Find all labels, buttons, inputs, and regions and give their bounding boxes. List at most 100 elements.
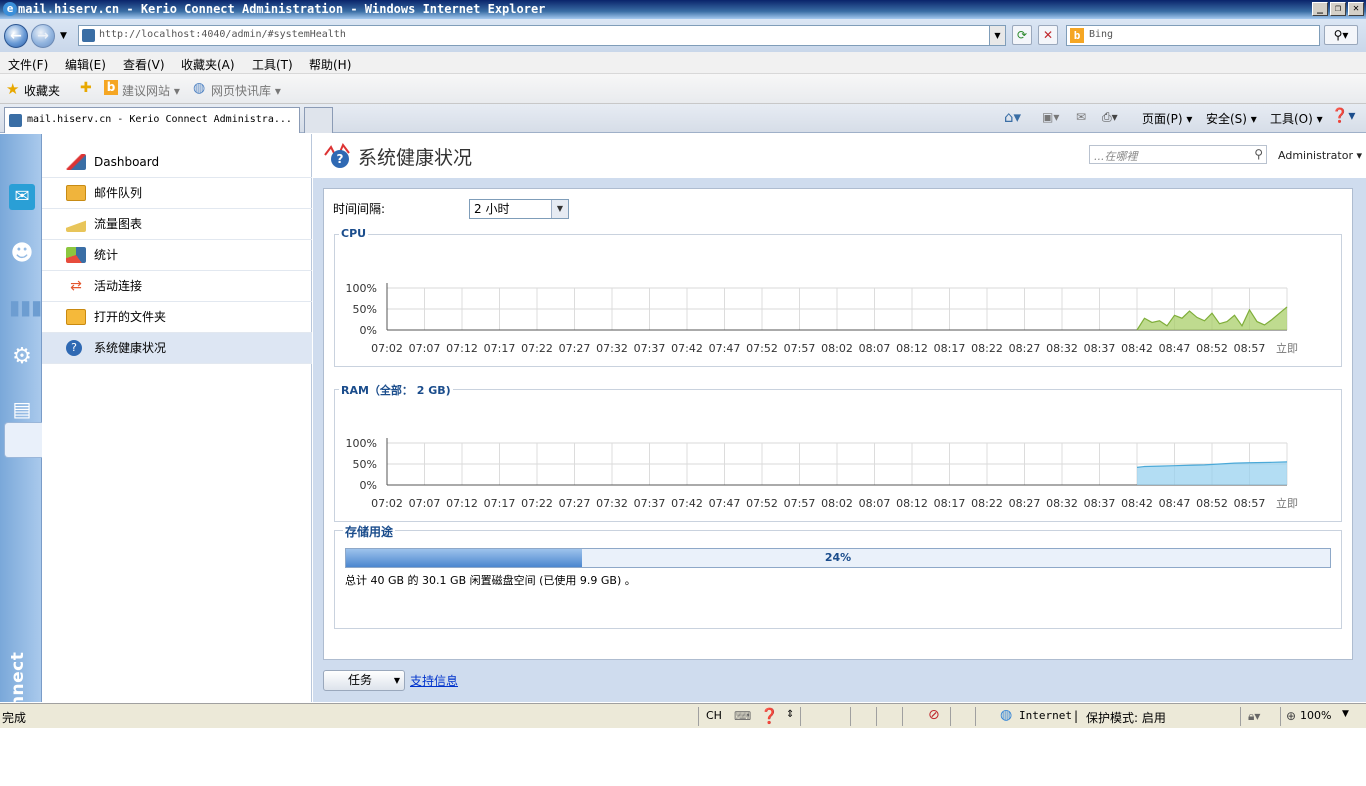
internet-explorer-icon: e: [3, 2, 17, 16]
storage-summary: 总计 40 GB 的 30.1 GB 闲置磁盘空间 (已使用 9.9 GB) 。: [345, 574, 636, 587]
kerio-module-strip: ✉ ☻ ▮▮▮ ⚙ ▤ KerioConnect: [0, 134, 42, 786]
status-separator: [1280, 707, 1281, 726]
logs-module-icon[interactable]: ▤: [9, 396, 35, 422]
status-separator: [698, 707, 699, 726]
rss-feeds-icon[interactable]: ▣▾: [1042, 110, 1059, 124]
menu-edit[interactable]: 编辑(E): [65, 56, 106, 73]
help-icon[interactable]: ❓▾: [1331, 108, 1355, 124]
lock-icon[interactable]: 🔒︎▾: [1248, 709, 1260, 724]
users-module-icon[interactable]: ☻: [9, 241, 35, 267]
search-icon[interactable]: ⚲: [1254, 147, 1263, 161]
menu-view[interactable]: 查看(V): [123, 56, 165, 73]
ime-indicator[interactable]: CH: [706, 709, 722, 722]
nav-item-label: Dashboard: [94, 155, 160, 169]
series-area: [1137, 461, 1287, 485]
nav-item-label: 系统健康状况: [94, 341, 167, 355]
x-tick-label: 08:57: [1234, 497, 1266, 510]
menu-tools[interactable]: 工具(T): [252, 56, 293, 73]
y-tick-label: 50%: [353, 458, 377, 471]
x-tick-label: 08:17: [934, 497, 966, 510]
refresh-button[interactable]: ⟳: [1012, 25, 1032, 45]
back-button[interactable]: ←: [4, 24, 28, 48]
keyboard-icon[interactable]: ⌨: [734, 709, 751, 723]
menu-file[interactable]: 文件(F): [8, 56, 48, 73]
x-tick-label: 08:02: [821, 497, 853, 510]
x-tick-label: 07:37: [634, 497, 666, 510]
page-title: 系统健康状况: [358, 147, 473, 169]
browser-tab-active[interactable]: mail.hiserv.cn - Kerio Connect Administr…: [4, 107, 300, 133]
zoom-icon[interactable]: ⊕: [1286, 709, 1296, 723]
x-tick-label: 08:52: [1196, 342, 1228, 355]
read-mail-icon[interactable]: ✉: [1076, 110, 1086, 124]
interval-select[interactable]: 2 小时 ▼: [469, 199, 569, 219]
nav-item-traffic-charts[interactable]: 流量图表: [42, 209, 312, 240]
x-tick-label: 07:42: [671, 497, 703, 510]
search-box[interactable]: b Bing: [1066, 25, 1320, 46]
settings-module-icon[interactable]: ⚙: [9, 344, 35, 370]
nav-item-open-folders[interactable]: 打开的文件夹: [42, 302, 312, 333]
x-tick-label: 08:37: [1084, 342, 1116, 355]
user-menu[interactable]: Administrator ▾: [1278, 149, 1362, 162]
favorites-star-icon: ★: [6, 80, 20, 98]
x-tick-label: 08:12: [896, 497, 928, 510]
status-text: 完成: [2, 711, 27, 725]
x-tick-label: 07:52: [746, 342, 778, 355]
nav-item-label: 邮件队列: [94, 186, 143, 200]
tools-menu[interactable]: 工具(O) ▾: [1270, 110, 1323, 127]
x-tick-label: 07:02: [371, 342, 403, 355]
nav-item-system-health[interactable]: ? 系统健康状况: [42, 333, 312, 364]
suggested-sites-link[interactable]: 建议网站 ▾: [122, 82, 180, 99]
close-window-button[interactable]: ✕: [1348, 2, 1364, 16]
print-icon[interactable]: ⎙▾: [1102, 110, 1118, 125]
popup-blocker-icon[interactable]: ⊘: [928, 707, 940, 723]
safety-menu[interactable]: 安全(S) ▾: [1206, 110, 1257, 127]
tasks-button[interactable]: 任务 ▼: [323, 670, 405, 691]
x-tick-label: 07:57: [784, 342, 816, 355]
x-tick-label: 07:57: [784, 497, 816, 510]
x-tick-label: 07:17: [484, 342, 516, 355]
add-favorite-icon[interactable]: ✚: [80, 80, 92, 96]
mail-module-icon[interactable]: ✉: [9, 184, 35, 210]
support-info-link[interactable]: 支持信息: [410, 672, 458, 689]
favorites-button[interactable]: 收藏夹: [24, 82, 60, 99]
storage-percent: 24%: [824, 551, 852, 564]
x-tick-label: 08:22: [971, 342, 1003, 355]
protected-mode[interactable]: 保护模式: 启用: [1086, 709, 1166, 726]
nav-item-statistics[interactable]: 统计: [42, 240, 312, 271]
help-icon[interactable]: ❓: [760, 707, 779, 725]
nav-item-label: 流量图表: [94, 217, 143, 231]
nav-item-label: 统计: [94, 248, 119, 262]
address-bar[interactable]: http://localhost:4040/admin/#systemHealt…: [78, 25, 1006, 46]
stop-button[interactable]: ✕: [1038, 25, 1058, 45]
web-slice-gallery-link[interactable]: 网页快讯库 ▾: [211, 82, 281, 99]
search-go-button[interactable]: ⚲▾: [1324, 25, 1358, 45]
menu-help[interactable]: 帮助(H): [309, 56, 351, 73]
nav-item-dashboard[interactable]: Dashboard: [42, 147, 312, 178]
interval-value: 2 小时: [474, 202, 510, 216]
folder-icon: [66, 309, 86, 325]
page-menu[interactable]: 页面(P) ▾: [1142, 110, 1192, 127]
zoom-level[interactable]: 100%: [1300, 709, 1331, 722]
status-module-icon[interactable]: ▮▮▮: [9, 294, 42, 320]
new-tab-button[interactable]: [304, 107, 333, 133]
x-tick-label: 07:32: [596, 497, 628, 510]
nav-item-active-connections[interactable]: ⇄ 活动连接: [42, 271, 312, 302]
security-zone[interactable]: Internet: [1019, 709, 1072, 722]
address-dropdown-icon[interactable]: ▼: [989, 26, 1005, 45]
search-input[interactable]: ...在哪裡 ⚲: [1089, 145, 1267, 164]
nav-item-mail-queue[interactable]: 邮件队列: [42, 178, 312, 209]
menu-favorites[interactable]: 收藏夹(A): [181, 56, 235, 73]
history-dropdown-icon[interactable]: ▼: [60, 31, 67, 41]
x-tick-label: 07:12: [446, 497, 478, 510]
minimize-button[interactable]: _: [1312, 2, 1328, 16]
cpu-chart-panel: CPU 07:02 07:07 07:12 07:17 07:22 07:27 07:32 0…: [334, 227, 1342, 367]
maximize-button[interactable]: ❐: [1330, 2, 1346, 16]
zoom-dropdown-icon[interactable]: ▼: [1342, 709, 1349, 719]
forward-button[interactable]: →: [31, 24, 55, 48]
home-icon[interactable]: ⌂▾: [1004, 108, 1021, 126]
chevron-down-icon[interactable]: ▼: [551, 200, 568, 218]
x-tick-label: 08:32: [1046, 342, 1078, 355]
web-slice-icon: ◍: [193, 80, 206, 96]
status-module-tab[interactable]: [4, 422, 42, 458]
ime-options-icon[interactable]: ⇕: [786, 709, 794, 720]
